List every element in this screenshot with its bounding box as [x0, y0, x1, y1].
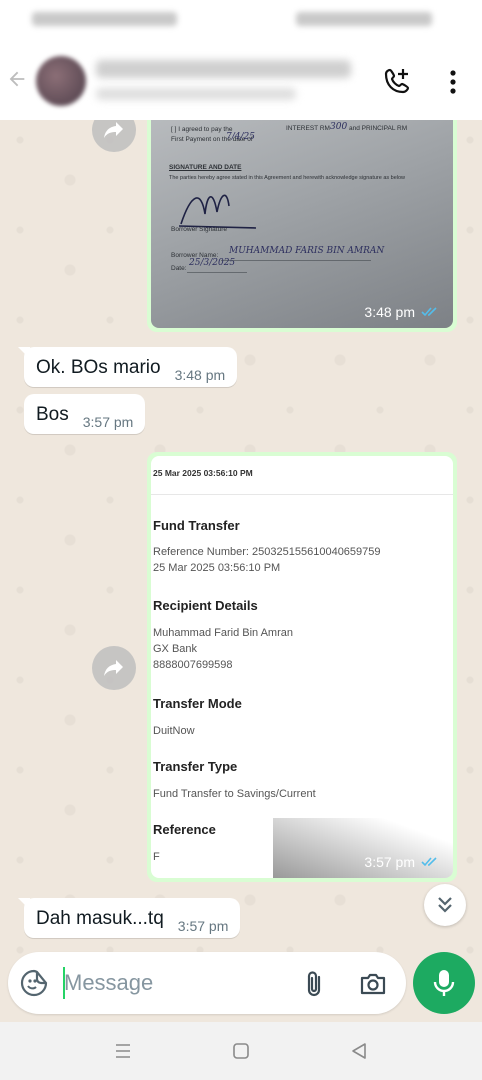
doc-line-1c: and PRINCIPAL RM [349, 125, 408, 132]
back-arrow-icon[interactable] [6, 68, 28, 90]
bubble-tail [18, 898, 30, 910]
receipt-reference-date: 25 Mar 2025 03:56:10 PM [153, 562, 281, 574]
contact-avatar[interactable] [36, 56, 86, 106]
outgoing-image-message[interactable]: [ ] I agreed to pay the INTEREST RM 300 … [147, 120, 457, 332]
status-bar [0, 0, 482, 38]
receipt-type-value: Fund Transfer to Savings/Current [153, 788, 316, 800]
add-call-icon[interactable] [382, 66, 412, 96]
contact-status-blurred [96, 88, 296, 100]
message-time: 3:57 pm [364, 854, 415, 870]
signature-scribble [178, 194, 257, 229]
text-cursor [63, 967, 65, 999]
bubble-tail [18, 347, 30, 359]
fund-transfer-receipt[interactable]: 25 Mar 2025 03:56:10 PM Fund Transfer Re… [151, 456, 453, 878]
message-text: Dah masuk...tq [36, 908, 164, 929]
receipt-recipient-name: Muhammad Farid Bin Amran [153, 627, 293, 639]
doc-line-1b: INTEREST RM [286, 125, 330, 132]
contact-name-blurred[interactable] [96, 60, 351, 78]
double-chevron-down-icon [438, 897, 452, 913]
system-navigation-bar [0, 1022, 482, 1080]
image-timestamp: 3:48 pm [364, 304, 439, 320]
receipt-recipient-account: 8888007699598 [153, 659, 233, 671]
receipt-date: 25 Mar 2025 03:56:10 PM [153, 468, 253, 478]
message-composer [8, 952, 406, 1014]
message-time: 3:57 pm [177, 918, 229, 934]
receipt-ref-value: F [153, 851, 160, 863]
message-text: Ok. BOs mario [36, 357, 161, 378]
doc-parties: The parties hereby agree stated in this … [169, 175, 406, 181]
message-time: 3:57 pm [82, 414, 134, 430]
receipt-ref-heading: Reference [153, 822, 216, 837]
voice-record-button[interactable] [413, 952, 475, 1014]
forward-button[interactable] [92, 646, 136, 690]
scroll-to-bottom-button[interactable] [424, 884, 466, 926]
receipt-recipient-heading: Recipient Details [153, 598, 258, 613]
incoming-message[interactable]: Dah masuk...tq 3:57 pm [18, 898, 241, 938]
forward-arrow-icon [104, 122, 123, 138]
read-ticks-icon [421, 857, 437, 867]
mic-icon [433, 970, 455, 996]
message-time: 3:48 pm [174, 367, 226, 383]
camera-icon[interactable] [358, 970, 388, 998]
recents-icon[interactable] [112, 1040, 134, 1062]
receipt-reference-number: Reference Number: 250325155610040659759 [153, 546, 381, 558]
image-timestamp: 3:57 pm [364, 854, 439, 870]
message-text: Bos [36, 404, 69, 425]
agreement-photo[interactable]: [ ] I agreed to pay the INTEREST RM 300 … [151, 120, 453, 328]
home-icon[interactable] [230, 1040, 252, 1062]
incoming-message[interactable]: Ok. BOs mario 3:48 pm [18, 347, 238, 387]
attach-paperclip-icon[interactable] [300, 969, 328, 999]
receipt-title: Fund Transfer [153, 518, 240, 533]
doc-amount-handwritten: 300 [330, 122, 348, 132]
doc-line-1: [ ] I agreed to pay the [171, 126, 233, 133]
doc-date-label: Date: [171, 265, 187, 272]
doc-date-handwritten: 25/3/2025 [189, 258, 236, 268]
receipt-type-heading: Transfer Type [153, 759, 238, 774]
incoming-message[interactable]: Bos 3:57 pm [24, 394, 146, 434]
doc-borrower-name-handwritten: MUHAMMAD FARIS BIN AMRAN [229, 246, 385, 256]
status-bar-right-blurred [296, 12, 432, 26]
doc-heading: SIGNATURE AND DATE [169, 164, 242, 171]
message-time: 3:48 pm [364, 304, 415, 320]
message-input[interactable] [64, 965, 284, 1001]
forward-arrow-icon [104, 660, 123, 676]
receipt-mode-value: DuitNow [153, 725, 195, 737]
receipt-mode-heading: Transfer Mode [153, 696, 242, 711]
read-ticks-icon [421, 307, 437, 317]
more-vertical-icon[interactable] [444, 68, 462, 96]
doc-date-handwritten-top: 7/4/25 [226, 132, 255, 142]
forward-button[interactable] [92, 120, 136, 152]
emoji-sticker-icon[interactable] [20, 969, 48, 997]
outgoing-image-message[interactable]: 25 Mar 2025 03:56:10 PM Fund Transfer Re… [147, 452, 457, 882]
status-bar-left-blurred [32, 12, 177, 26]
doc-borrower-signature-label: Borrower Signature [171, 226, 227, 233]
chat-header [0, 38, 482, 120]
chat-messages-area[interactable]: [ ] I agreed to pay the INTEREST RM 300 … [0, 120, 482, 1020]
back-triangle-icon[interactable] [348, 1040, 370, 1062]
receipt-recipient-bank: GX Bank [153, 643, 198, 655]
